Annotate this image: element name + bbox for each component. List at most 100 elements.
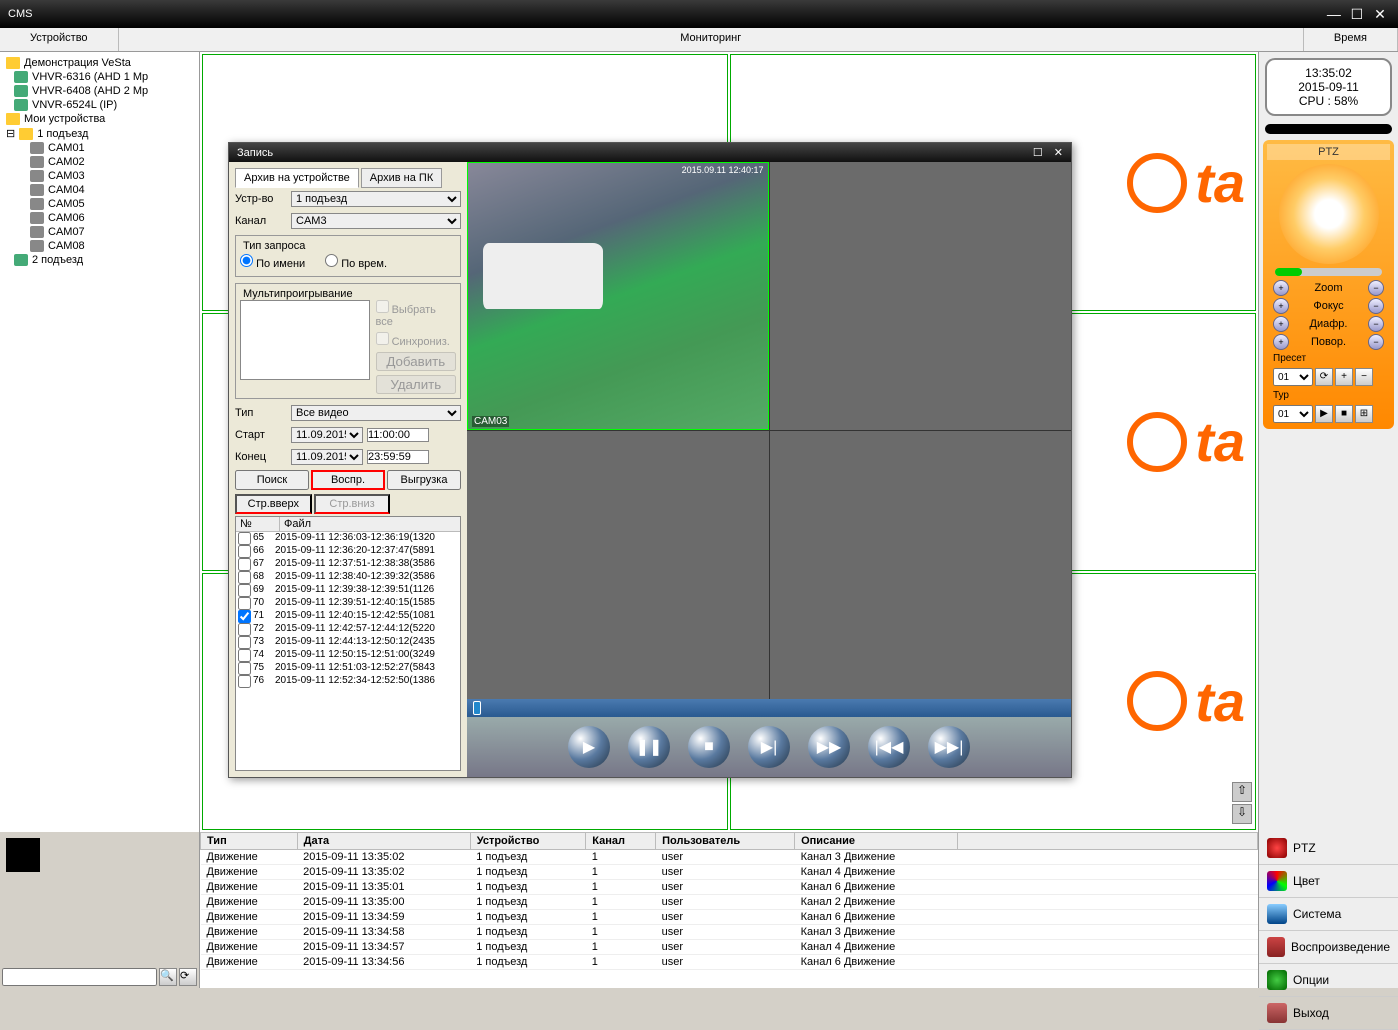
log-down-button[interactable]: ⇩ xyxy=(1232,804,1252,824)
playback-cell-3[interactable] xyxy=(467,431,769,699)
search-button[interactable]: 🔍 xyxy=(159,968,177,986)
menu-ptz[interactable]: PTZ xyxy=(1259,832,1398,865)
fullscreen-button[interactable] xyxy=(6,838,40,872)
radio-by-name[interactable]: По имени xyxy=(240,254,305,270)
start-time[interactable] xyxy=(367,428,429,442)
tree-device-item[interactable]: VNVR-6524L (IP) xyxy=(4,98,195,112)
log-row[interactable]: Движение2015-09-11 13:34:581 подъезд1use… xyxy=(201,925,1258,940)
tree-demo[interactable]: Демонстрация VeSta xyxy=(4,56,195,70)
log-row[interactable]: Движение2015-09-11 13:34:571 подъезд1use… xyxy=(201,940,1258,955)
focus-in-button[interactable]: + xyxy=(1273,298,1289,314)
log-col-user[interactable]: Пользователь xyxy=(656,833,795,850)
log-row[interactable]: Движение2015-09-11 13:34:591 подъезд1use… xyxy=(201,910,1258,925)
tree-cam-item[interactable]: CAM01 xyxy=(4,141,195,155)
file-list[interactable]: №Файл 652015-09-11 12:36:03-12:36:19(132… xyxy=(235,516,461,771)
preset-select[interactable]: 01 xyxy=(1273,368,1313,386)
tour-select[interactable]: 01 xyxy=(1273,405,1313,423)
file-row[interactable]: 732015-09-11 12:44:13-12:50:12(2435 xyxy=(236,636,460,649)
file-row[interactable]: 682015-09-11 12:38:40-12:39:32(3586 xyxy=(236,571,460,584)
tree-cam-item[interactable]: CAM06 xyxy=(4,211,195,225)
log-col-date[interactable]: Дата xyxy=(297,833,470,850)
menu-time[interactable]: Время xyxy=(1304,28,1398,51)
check-sync[interactable]: Синхрониз. xyxy=(376,332,456,348)
pagedown-button[interactable]: Стр.вниз xyxy=(314,494,391,514)
ptz-speed-slider[interactable] xyxy=(1275,268,1382,276)
tree-cam-item[interactable]: CAM03 xyxy=(4,169,195,183)
menu-system[interactable]: Система xyxy=(1259,898,1398,931)
tree-cam-item[interactable]: CAM08 xyxy=(4,239,195,253)
log-up-button[interactable]: ⇧ xyxy=(1232,782,1252,802)
type-select[interactable]: Все видео xyxy=(291,405,461,421)
start-date[interactable]: 11.09.2015 xyxy=(291,427,363,443)
step-icon[interactable]: ▶| xyxy=(748,726,790,768)
playback-timeline[interactable] xyxy=(467,699,1071,717)
tree-cam-item[interactable]: CAM04 xyxy=(4,183,195,197)
add-button[interactable]: Добавить xyxy=(376,352,456,371)
stop-icon[interactable]: ■ xyxy=(688,726,730,768)
skip-forward-icon[interactable]: ▶▶| xyxy=(928,726,970,768)
playback-cell-1[interactable]: CAM03 2015.09.11 12:40:17 xyxy=(467,162,769,430)
ptz-dpad[interactable] xyxy=(1279,164,1379,264)
minimize-icon[interactable]: — xyxy=(1324,6,1344,22)
play-button-dlg[interactable]: Воспр. xyxy=(311,470,385,490)
fast-forward-icon[interactable]: ▶▶ xyxy=(808,726,850,768)
check-select-all[interactable]: Выбрать все xyxy=(376,300,456,328)
refresh-button[interactable]: ⟳ xyxy=(179,968,197,986)
device-select[interactable]: 1 подъезд xyxy=(291,191,461,207)
search-input[interactable] xyxy=(2,968,157,986)
log-col-device[interactable]: Устройство xyxy=(470,833,586,850)
file-row[interactable]: 652015-09-11 12:36:03-12:36:19(1320 xyxy=(236,532,460,545)
file-row[interactable]: 672015-09-11 12:37:51-12:38:38(3586 xyxy=(236,558,460,571)
log-row[interactable]: Движение2015-09-11 13:35:001 подъезд1use… xyxy=(201,895,1258,910)
tree-pod2[interactable]: 2 подъезд xyxy=(4,253,195,267)
pageup-button[interactable]: Стр.вверх xyxy=(235,494,312,514)
channel-select[interactable]: CAM3 xyxy=(291,213,461,229)
iris-out-button[interactable]: − xyxy=(1368,316,1384,332)
play-icon[interactable]: ▶ xyxy=(568,726,610,768)
log-col-channel[interactable]: Канал xyxy=(586,833,656,850)
tab-pc-archive[interactable]: Архив на ПК xyxy=(361,168,442,188)
file-row[interactable]: 722015-09-11 12:42:57-12:44:12(5220 xyxy=(236,623,460,636)
preset-del-button[interactable]: − xyxy=(1355,368,1373,386)
log-col-type[interactable]: Тип xyxy=(201,833,298,850)
file-row[interactable]: 712015-09-11 12:40:15-12:42:55(1081 xyxy=(236,610,460,623)
menu-options[interactable]: Опции xyxy=(1259,964,1398,997)
zoom-in-button[interactable]: + xyxy=(1273,280,1289,296)
playback-cell-2[interactable] xyxy=(770,162,1072,430)
log-row[interactable]: Движение2015-09-11 13:35:011 подъезд1use… xyxy=(201,880,1258,895)
menu-monitoring[interactable]: Мониторинг xyxy=(119,28,1304,51)
preset-goto-button[interactable]: ⟳ xyxy=(1315,368,1333,386)
log-row[interactable]: Движение2015-09-11 13:34:561 подъезд1use… xyxy=(201,955,1258,970)
file-row[interactable]: 702015-09-11 12:39:51-12:40:15(1585 xyxy=(236,597,460,610)
log-col-desc[interactable]: Описание xyxy=(795,833,958,850)
rotate-left-button[interactable]: + xyxy=(1273,334,1289,350)
menu-color[interactable]: Цвет xyxy=(1259,865,1398,898)
tree-device-item[interactable]: VHVR-6316 (AHD 1 Mp xyxy=(4,70,195,84)
tree-mydev[interactable]: Мои устройства xyxy=(4,112,195,126)
menu-device[interactable]: Устройство xyxy=(0,28,119,51)
file-row[interactable]: 692015-09-11 12:39:38-12:39:51(1126 xyxy=(236,584,460,597)
skip-back-icon[interactable]: |◀◀ xyxy=(868,726,910,768)
file-row[interactable]: 762015-09-11 12:52:34-12:52:50(1386 xyxy=(236,675,460,688)
file-row[interactable]: 742015-09-11 12:50:15-12:51:00(3249 xyxy=(236,649,460,662)
tour-grid-button[interactable]: ⊞ xyxy=(1355,405,1373,423)
maximize-icon[interactable]: ☐ xyxy=(1347,6,1367,23)
menu-playback[interactable]: Воспроизведение xyxy=(1259,931,1398,964)
tree-cam-item[interactable]: CAM05 xyxy=(4,197,195,211)
rotate-right-button[interactable]: − xyxy=(1368,334,1384,350)
tour-stop-button[interactable]: ■ xyxy=(1335,405,1353,423)
radio-by-time[interactable]: По врем. xyxy=(325,254,387,270)
file-row[interactable]: 662015-09-11 12:36:20-12:37:47(5891 xyxy=(236,545,460,558)
zoom-out-button[interactable]: − xyxy=(1368,280,1384,296)
log-row[interactable]: Движение2015-09-11 13:35:021 подъезд1use… xyxy=(201,850,1258,865)
end-time[interactable] xyxy=(367,450,429,464)
tree-pod1[interactable]: ⊟ 1 подъезд xyxy=(4,126,195,141)
tree-device-item[interactable]: VHVR-6408 (AHD 2 Mp xyxy=(4,84,195,98)
dialog-maximize-icon[interactable]: ☐ xyxy=(1033,147,1043,159)
download-button[interactable]: Выгрузка xyxy=(387,470,461,490)
tree-cam-item[interactable]: CAM07 xyxy=(4,225,195,239)
tour-play-button[interactable]: ▶ xyxy=(1315,405,1333,423)
log-row[interactable]: Движение2015-09-11 13:35:021 подъезд1use… xyxy=(201,865,1258,880)
dialog-close-icon[interactable]: ✕ xyxy=(1054,147,1063,159)
tab-device-archive[interactable]: Архив на устройстве xyxy=(235,168,359,188)
